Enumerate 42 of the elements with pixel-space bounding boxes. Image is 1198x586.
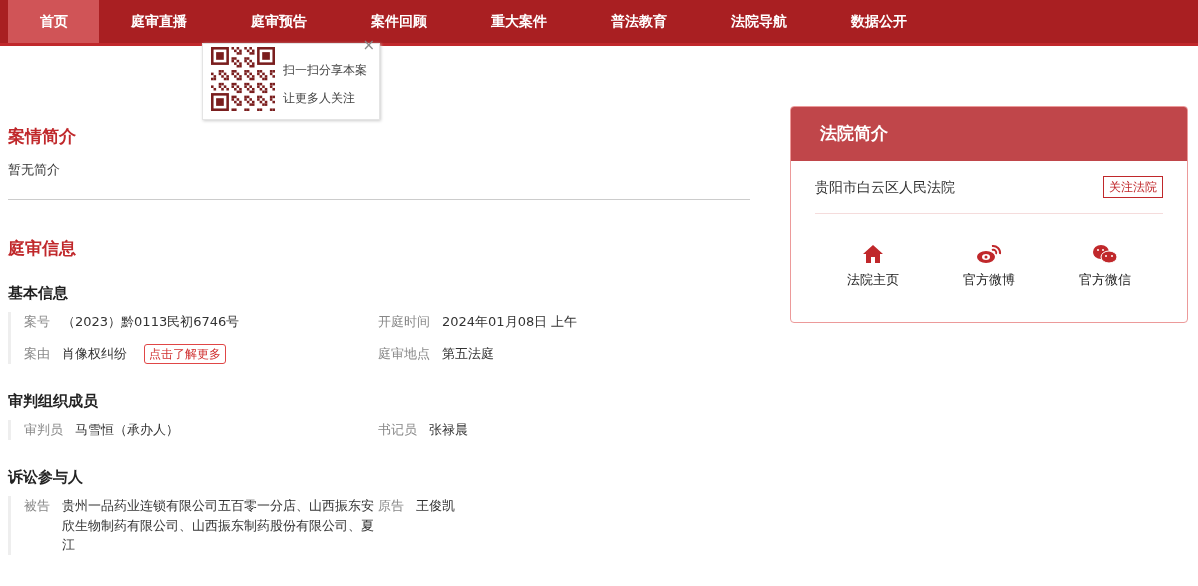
field-label: 庭审地点 [378,344,430,363]
field-value: 王俊凯 [416,497,455,515]
nav-tab[interactable]: 重大案件 [459,0,579,43]
field-label: 案由 [24,344,50,363]
share-hint: 扫一扫分享本案 [283,62,367,79]
chat-bubbles-icon [1092,244,1118,264]
court-name: 贵阳市白云区人民法院 [815,177,955,197]
field-label: 审判员 [24,421,63,439]
nav-tab[interactable]: 普法教育 [579,0,699,43]
link-item[interactable]: 法院主页 [818,244,928,290]
field-value: （2023）黔0113民初6746号 [62,313,240,331]
more-info-button[interactable]: 点击了解更多 [144,343,226,364]
field-value: 肖像权纠纷 [62,344,127,363]
nav-tab[interactable]: 庭审预告 [219,0,339,43]
section-title: 案情简介 [8,125,77,148]
nav-tab[interactable]: 庭审直播 [99,0,219,43]
field-value: 张禄晨 [429,421,468,439]
field-label: 原告 [378,497,404,515]
nav-tab[interactable]: 法院导航 [699,0,819,43]
field-label: 案号 [24,313,50,331]
field-label: 书记员 [378,421,417,439]
summary-text: 暂无简介 [8,160,61,179]
group-title: 基本信息 [8,282,69,304]
follow-button[interactable]: 关注法院 [1103,176,1163,198]
group-title: 审判组织成员 [8,390,99,412]
field-label: 开庭时间 [378,313,430,331]
field-value: 第五法庭 [442,344,494,363]
field-value: 贵州一品药业连锁有限公司五百零一分店、山西振东安欣生物制药有限公司、山西振东制药股份有限公司、夏江 [62,497,375,554]
group-title: 诉讼参与人 [8,466,84,488]
home-icon [862,244,884,264]
nav-tab[interactable]: 首页 [8,0,99,43]
nav-tab[interactable]: 数据公开 [819,0,939,43]
share-hint: 让更多人关注 [283,90,356,107]
link-item[interactable]: 官方微信 [1050,244,1160,290]
field-value: 2024年01月08日 上午 [442,313,578,331]
link-item[interactable]: 官方微博 [934,244,1044,290]
card-title: 法院简介 [791,107,1187,161]
field-value: 马雪恒（承办人） [75,421,179,439]
field-label: 被告 [24,497,50,515]
qr-code [211,47,275,111]
section-title: 庭审信息 [8,237,77,260]
eye-swirl-icon [976,244,1002,264]
